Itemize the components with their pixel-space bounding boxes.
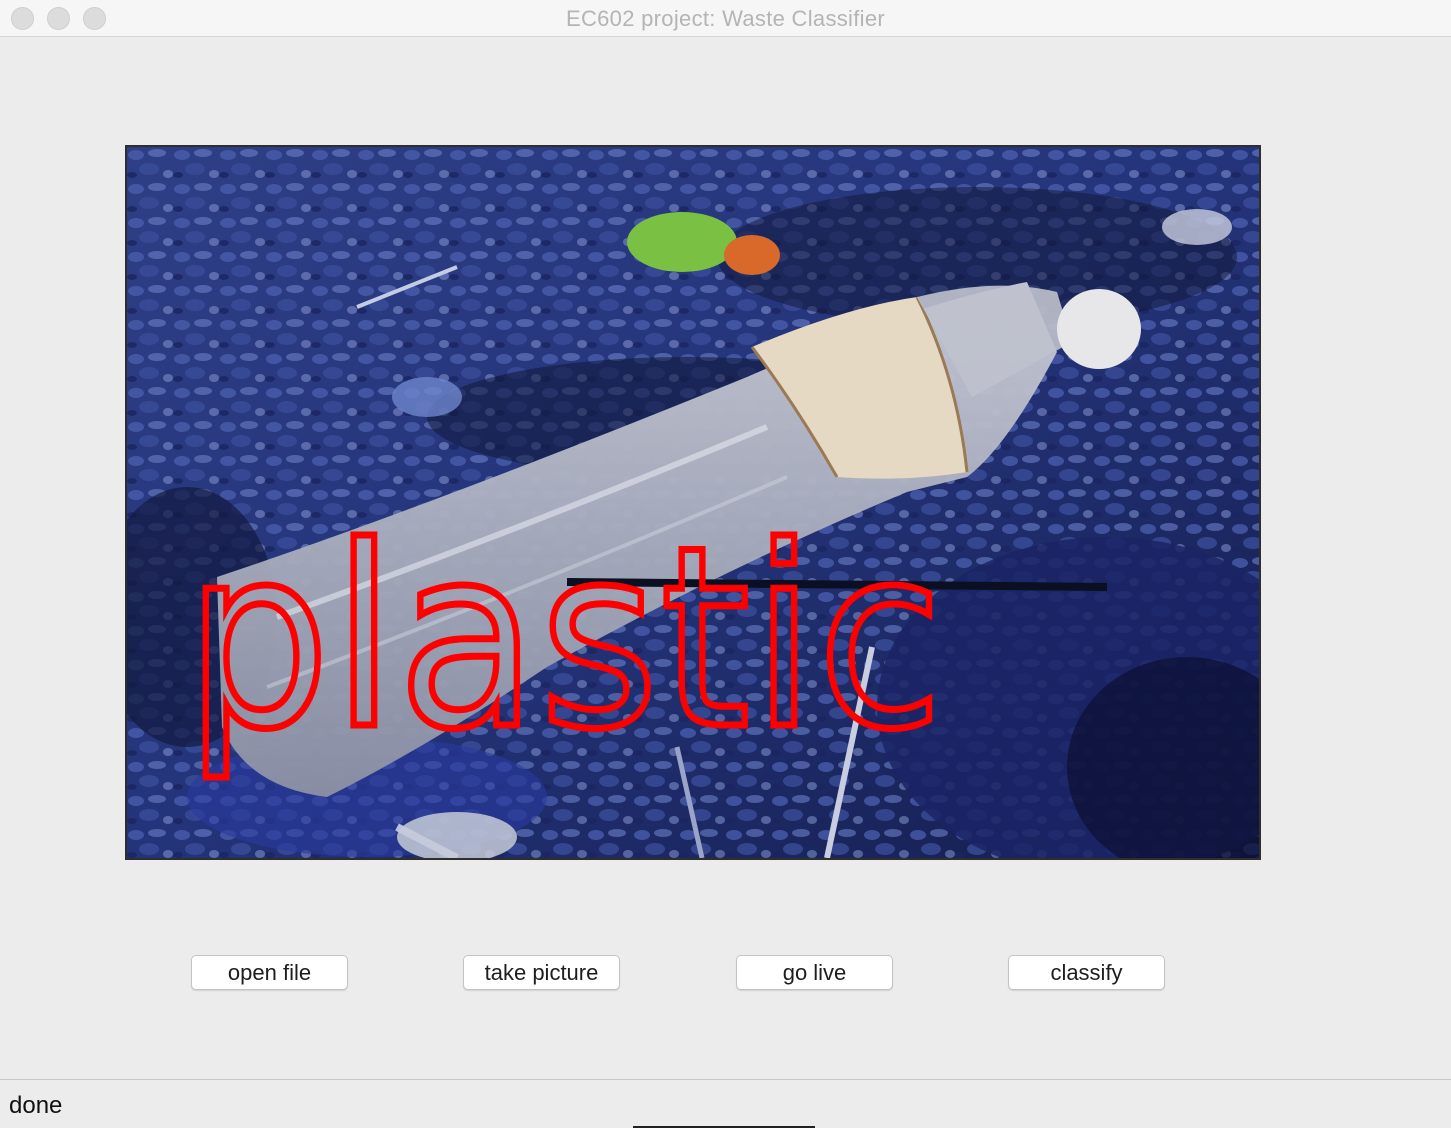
take-picture-button[interactable]: take picture: [463, 955, 620, 990]
image-display: plastic: [125, 145, 1261, 860]
status-text: done: [9, 1092, 63, 1119]
app-window: EC602 project: Waste Classifier plastic …: [0, 0, 1451, 1128]
open-file-button[interactable]: open file: [191, 955, 348, 990]
go-live-button[interactable]: go live: [736, 955, 893, 990]
window-title: EC602 project: Waste Classifier: [565, 6, 886, 31]
classification-overlay-label: plastic: [185, 493, 945, 784]
title-bar: EC602 project: Waste Classifier: [0, 0, 1451, 37]
classified-photo: plastic: [127, 147, 1259, 858]
classify-button[interactable]: classify: [1008, 955, 1165, 990]
status-bar: done: [0, 1079, 1451, 1128]
